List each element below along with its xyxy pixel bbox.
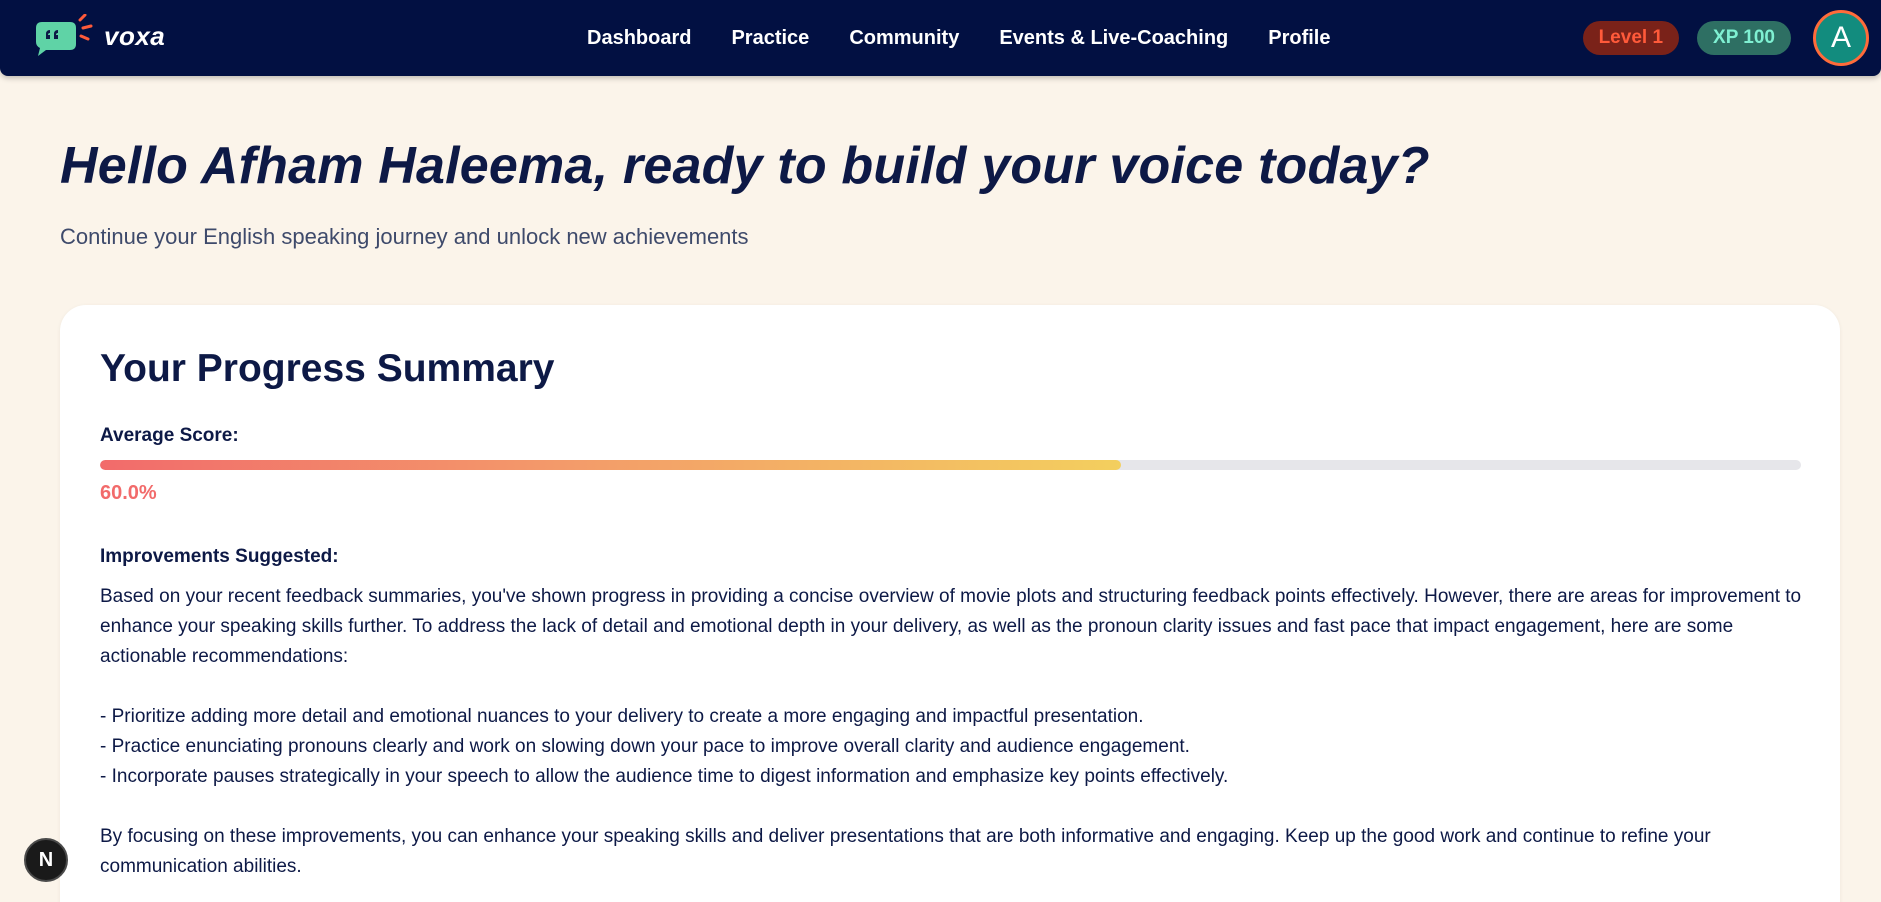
nav-practice[interactable]: Practice — [731, 27, 809, 50]
nav-community[interactable]: Community — [849, 27, 959, 50]
top-navbar: voxa Dashboard Practice Community Events… — [0, 0, 1881, 76]
improvements-conclusion: By focusing on these improvements, you c… — [100, 826, 1711, 877]
page-title: Hello Afham Haleema, ready to build your… — [60, 137, 1430, 195]
average-score-value: 60.0% — [100, 482, 157, 504]
improvements-text: Based on your recent feedback summaries,… — [100, 582, 1810, 882]
recommendations-list: - Prioritize adding more detail and emot… — [100, 702, 1810, 792]
card-title: Your Progress Summary — [100, 347, 555, 390]
page-subtitle: Continue your English speaking journey a… — [60, 224, 749, 249]
page: voxa Dashboard Practice Community Events… — [0, 0, 1881, 902]
level-badge: Level 1 — [1582, 21, 1680, 55]
fab-label: N — [38, 848, 54, 871]
brand[interactable]: voxa — [30, 14, 165, 58]
nav-profile[interactable]: Profile — [1268, 27, 1330, 50]
average-score-bar-fill — [100, 460, 1121, 470]
user-status: Level 1 XP 100 A — [1582, 6, 1869, 70]
nav-dashboard[interactable]: Dashboard — [587, 27, 691, 50]
chat-bubble-quote-icon — [36, 14, 93, 56]
main-nav: Dashboard Practice Community Events & Li… — [587, 0, 1371, 76]
brand-name: voxa — [104, 20, 166, 51]
improvements-intro: Based on your recent feedback summaries,… — [100, 586, 1802, 667]
list-item: - Practice enunciating pronouns clearly … — [100, 736, 1190, 757]
progress-summary-card: Your Progress Summary Average Score: 60.… — [60, 305, 1840, 902]
avatar-initial: A — [1830, 21, 1851, 54]
avatar[interactable]: A — [1813, 10, 1869, 66]
xp-badge: XP 100 — [1697, 21, 1791, 55]
nav-events-live-coaching[interactable]: Events & Live-Coaching — [999, 27, 1228, 50]
list-item: - Incorporate pauses strategically in yo… — [100, 766, 1229, 787]
average-score-label: Average Score: — [100, 425, 239, 446]
dev-tools-button[interactable]: N — [24, 838, 68, 882]
improvements-heading: Improvements Suggested: — [100, 546, 339, 567]
average-score-bar — [100, 460, 1801, 470]
list-item: - Prioritize adding more detail and emot… — [100, 706, 1144, 727]
